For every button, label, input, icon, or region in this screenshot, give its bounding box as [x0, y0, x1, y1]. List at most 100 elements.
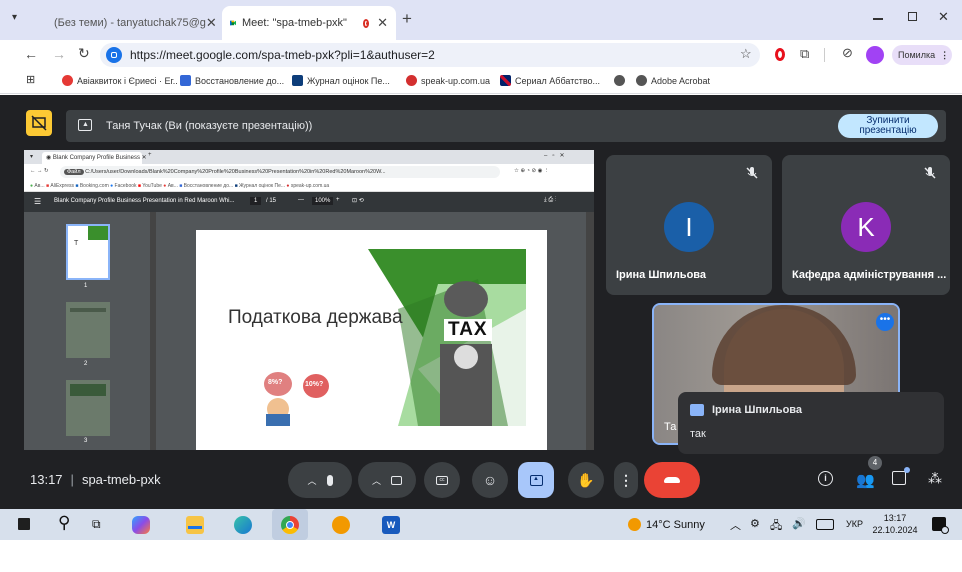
- bookmark-item[interactable]: speak-up.com.ua: [406, 75, 490, 86]
- captions-button[interactable]: cc: [424, 462, 460, 498]
- bookmark-item[interactable]: Журнал оцінок Пе...: [292, 75, 390, 86]
- slide-bubble-left: 8%?: [268, 379, 283, 386]
- bookmarks-bar: ⊞ Авіаквиток і Єриесі · Ег.. Восстановле…: [0, 70, 962, 94]
- extensions-icon[interactable]: ⧉: [800, 46, 809, 62]
- profile-error-button[interactable]: Помилка ⋮: [892, 45, 952, 65]
- bookmark-item[interactable]: [614, 75, 629, 86]
- tray-app-icon[interactable]: ⚙: [750, 517, 760, 530]
- present-button[interactable]: ▲: [518, 462, 554, 498]
- pdf-zoom-in-icon: +: [336, 197, 340, 203]
- leave-call-button[interactable]: [644, 462, 700, 498]
- hand-icon: ✋: [577, 471, 595, 488]
- tray-chevron-up-icon[interactable]: ︿: [730, 517, 741, 533]
- clock[interactable]: 13:17 22.10.2024: [870, 512, 920, 536]
- close-window-icon[interactable]: ✕: [938, 9, 949, 25]
- new-tab-button[interactable]: +: [402, 9, 412, 29]
- mic-button[interactable]: ︿: [288, 462, 352, 498]
- shared-tab-strip: ▾ ◉ Blank Company Profile Business ✕ + –…: [24, 150, 594, 164]
- pdf-page-scrollbar: [586, 212, 594, 450]
- shared-omnibox: Файл C:/Users/user/Downloads/Blank%20Com…: [60, 166, 500, 178]
- sun-icon: [628, 518, 641, 531]
- chat-panel-icon[interactable]: [892, 471, 906, 485]
- chat-sender: Ірина Шпильова: [712, 404, 803, 416]
- apps-grid-icon[interactable]: ⊞: [26, 73, 35, 86]
- shared-url-text: C:/Users/user/Downloads/Blank%20Company%…: [85, 169, 386, 175]
- profile-error-label: Помилка: [898, 50, 936, 60]
- avatar[interactable]: [866, 46, 884, 64]
- more-options-button[interactable]: ⋮: [614, 462, 638, 498]
- pdf-page: Податкова держава TAX 8%? 10%?: [196, 230, 547, 450]
- bookmark-item[interactable]: Сериал Аббатство...: [500, 75, 600, 86]
- globe-icon: [614, 75, 625, 86]
- tab-gmail[interactable]: (Без теми) - tanyatuchak75@g ✕: [40, 6, 218, 40]
- shared-tab-search-icon: ▾: [30, 154, 34, 160]
- avatar: K: [841, 202, 891, 252]
- bookmark-star-icon[interactable]: ☆: [740, 46, 752, 62]
- tab-gmail-label: (Без теми) - tanyatuchak75@g: [54, 17, 206, 29]
- chrome-profile-icon[interactable]: [332, 516, 350, 534]
- forward-icon[interactable]: →: [52, 46, 66, 62]
- shared-tab-favicon-icon: ◉: [46, 155, 53, 161]
- volume-icon[interactable]: 🔊: [792, 517, 806, 530]
- close-tab-icon[interactable]: ✕: [206, 15, 217, 31]
- present-screen-icon: ▲: [529, 474, 543, 486]
- url-bar[interactable]: https://meet.google.com/spa-tmeb-pxk?pli…: [100, 43, 760, 67]
- bookmark-item[interactable]: Adobe Acrobat: [636, 75, 710, 86]
- tab-strip: ▾ (Без теми) - tanyatuchak75@g ✕ Meet: "…: [0, 0, 962, 40]
- restore-icon[interactable]: [908, 12, 917, 21]
- minimize-icon[interactable]: [873, 18, 883, 20]
- file-explorer-icon[interactable]: [186, 516, 204, 534]
- word-icon[interactable]: W: [382, 516, 400, 534]
- tab-meet[interactable]: Meet: "spa-tmeb-pxk" ✕: [222, 6, 396, 40]
- reload-icon[interactable]: ↻: [78, 45, 90, 62]
- participants-icon[interactable]: 👥: [856, 471, 875, 489]
- pdf-page-total: / 15: [266, 198, 277, 204]
- bookmark-item[interactable]: Восстановление до...: [180, 75, 284, 86]
- meet-icon: [230, 20, 236, 26]
- copilot-icon[interactable]: [132, 516, 150, 534]
- site-info-icon[interactable]: [106, 47, 122, 63]
- presentation-bar: ▲ Таня Тучак (Ви (показуєте презентацію)…: [66, 110, 946, 142]
- tab-search-button[interactable]: ▾: [12, 12, 28, 28]
- opera-icon[interactable]: [775, 48, 785, 61]
- language-indicator[interactable]: УКР: [846, 519, 863, 529]
- search-icon[interactable]: ⚲: [58, 513, 70, 533]
- camera-button[interactable]: ︿: [358, 462, 416, 498]
- bookmark-item[interactable]: Авіаквиток і Єриесі · Ег..: [62, 75, 178, 86]
- camera-icon: [391, 475, 402, 485]
- notification-icon[interactable]: [932, 517, 949, 534]
- network-icon[interactable]: 🖧: [770, 517, 782, 536]
- info-icon[interactable]: i: [818, 471, 833, 486]
- participant-tile[interactable]: І Ірина Шпильова: [606, 155, 772, 295]
- weather-widget[interactable]: 14°C Sunny: [628, 518, 705, 531]
- task-view-icon[interactable]: ⧉: [92, 517, 101, 532]
- slide-title: Податкова держава: [228, 307, 403, 328]
- url-text: https://meet.google.com/spa-tmeb-pxk?pli…: [130, 48, 435, 62]
- back-icon[interactable]: ←: [24, 46, 38, 62]
- taskbar-active-chrome[interactable]: [272, 509, 308, 540]
- stop-presenting-button[interactable]: Зупинити презентацію: [838, 114, 938, 138]
- activities-icon[interactable]: ⁂: [928, 470, 942, 487]
- tile-options-icon[interactable]: •••: [876, 313, 894, 331]
- mic-off-icon: [922, 165, 938, 181]
- presenting-text: Таня Тучак (Ви (показуєте презентацію)): [106, 120, 313, 132]
- windows-start-icon[interactable]: [18, 518, 30, 530]
- pdf-thumb-number: 3: [84, 438, 88, 444]
- keyboard-icon[interactable]: [816, 519, 834, 530]
- reactions-button[interactable]: ☺: [472, 462, 508, 498]
- close-tab-icon[interactable]: ✕: [377, 15, 388, 31]
- edge-icon[interactable]: [234, 516, 252, 534]
- pdf-zoom-value: 100%: [312, 197, 334, 205]
- tab-meet-label: Meet: "spa-tmeb-pxk": [241, 17, 347, 29]
- participant-tile[interactable]: K Кафедра адміністрування ...: [782, 155, 950, 295]
- mic-icon: [326, 474, 333, 486]
- pdf-thumbnails: Т 1 2 3: [24, 212, 152, 450]
- chrome-icon: [281, 516, 299, 534]
- pdf-toolbar: ☰ Blank Company Profile Business Present…: [24, 192, 594, 212]
- participant-name: Ірина Шпильова: [616, 269, 707, 281]
- bookmark-label: Журнал оцінок Пе...: [307, 75, 390, 86]
- raise-hand-button[interactable]: ✋: [568, 462, 604, 498]
- gemini-icon[interactable]: ⊘: [842, 45, 853, 61]
- chat-notification[interactable]: Ірина Шпильова так: [678, 392, 944, 454]
- meet-control-bar: 13:17 | spa-tmeb-pxk ︿ ︿ cc ☺ ▲ ✋ ⋮ i 👥 …: [0, 456, 962, 508]
